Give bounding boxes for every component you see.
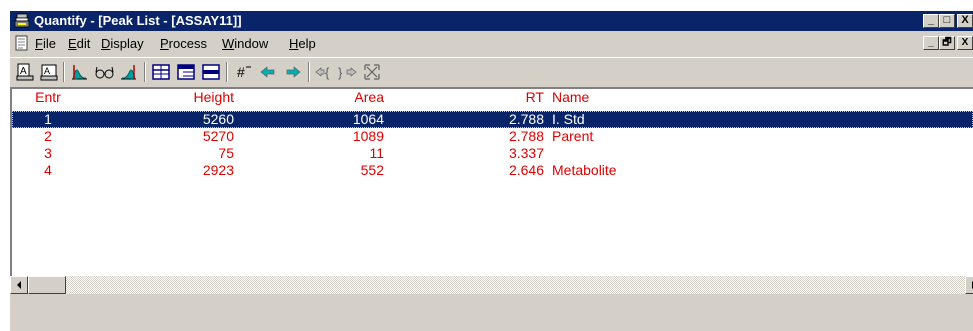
menu-window[interactable]: Window [222,36,268,51]
cell-height: 75 [218,145,234,161]
peak-list[interactable]: Entr Height Area RT Name 1 5260 1064 2.7… [10,87,973,277]
menu-process[interactable]: Process [160,36,207,51]
hash-icon[interactable]: # [232,61,254,83]
table-row[interactable]: 1 5260 1064 2.788 I. Std [12,111,973,128]
cell-height: 5260 [202,111,234,127]
table-row[interactable]: 4 2923 552 2.646 Metabolite [12,162,973,179]
svg-text:A: A [44,66,50,76]
peak-left-icon[interactable] [68,61,90,83]
peak-right-icon[interactable] [118,61,140,83]
cell-area: 1089 [352,128,384,144]
collapse-icon[interactable]: } [336,61,358,83]
column-header-height[interactable]: Height [162,89,234,106]
cell-name: I. Std [552,111,585,127]
title-bar[interactable]: Quantify - [Peak List - [ASSAY11]] _ □ X [10,11,973,31]
cell-entr: 3 [44,145,52,161]
cell-area: 1064 [352,111,384,127]
child-restore-button[interactable]: 🗗 [939,36,955,50]
menu-bar: File Edit Display Process Window Help _ … [10,31,973,55]
table-row[interactable]: 2 5270 1089 2.788 Parent [12,128,973,145]
scrollbar-thumb[interactable] [28,276,66,294]
menu-help[interactable]: Help [289,36,316,51]
arrow-right-icon[interactable] [282,61,304,83]
table-grid-icon[interactable] [150,61,172,83]
cell-entr: 1 [44,111,52,127]
print-preview-icon[interactable]: A [38,61,60,83]
glasses-icon[interactable] [93,61,115,83]
scroll-left-button[interactable] [10,276,28,294]
column-header-rt[interactable]: RT [482,89,544,106]
column-header-name[interactable]: Name [552,89,589,106]
svg-text:#: # [237,64,245,80]
menu-file[interactable]: File [35,36,56,51]
cell-rt: 2.788 [508,128,544,144]
child-minimize-button[interactable]: _ [923,36,939,50]
column-header-area[interactable]: Area [312,89,384,106]
cell-rt: 2.646 [508,162,544,178]
horizontal-scrollbar[interactable] [10,276,973,294]
triangle-left-icon [17,281,21,289]
status-area [10,296,973,331]
minimize-button[interactable]: _ [923,14,939,28]
maximize-button[interactable]: □ [939,14,955,28]
document-icon[interactable] [14,35,30,51]
peak-list-header: Entr Height Area RT Name [12,89,973,106]
cell-rt: 3.337 [508,145,544,161]
svg-text:{: { [325,65,330,80]
close-button[interactable]: X [957,14,973,28]
row-view-icon[interactable] [200,61,222,83]
cell-area: 552 [360,162,384,178]
triangle-right-icon [972,281,973,289]
toolbar-separator [308,62,310,82]
toolbar-separator [144,62,146,82]
child-close-button[interactable]: X [957,36,973,50]
window-title: Quantify - [Peak List - [ASSAY11]] [34,13,242,28]
svg-text:A: A [20,66,27,77]
expand-icon[interactable]: { [314,61,336,83]
application-window: Quantify - [Peak List - [ASSAY11]] _ □ X… [10,11,973,331]
toolbar-separator [63,62,65,82]
table-row[interactable]: 3 75 11 3.337 [12,145,973,162]
toolbar: A A # {} [10,57,973,85]
cell-entr: 4 [44,162,52,178]
fit-window-icon[interactable] [361,61,383,83]
cell-height: 2923 [202,162,234,178]
toolbar-separator [226,62,228,82]
scroll-right-button[interactable] [965,276,973,294]
cell-entr: 2 [44,128,52,144]
cell-name: Parent [552,128,594,144]
menu-edit[interactable]: Edit [68,36,90,51]
print-icon[interactable]: A [14,61,36,83]
quantify-app-icon [14,13,30,28]
arrow-left-icon[interactable] [257,61,279,83]
column-header-entr[interactable]: Entr [12,89,84,106]
cell-rt: 2.788 [508,111,544,127]
svg-text:}: } [338,65,343,80]
menu-display[interactable]: Display [101,36,144,51]
cell-height: 5270 [202,128,234,144]
list-view-icon[interactable] [175,61,197,83]
cell-name: Metabolite [552,162,617,178]
cell-area: 11 [369,145,384,161]
